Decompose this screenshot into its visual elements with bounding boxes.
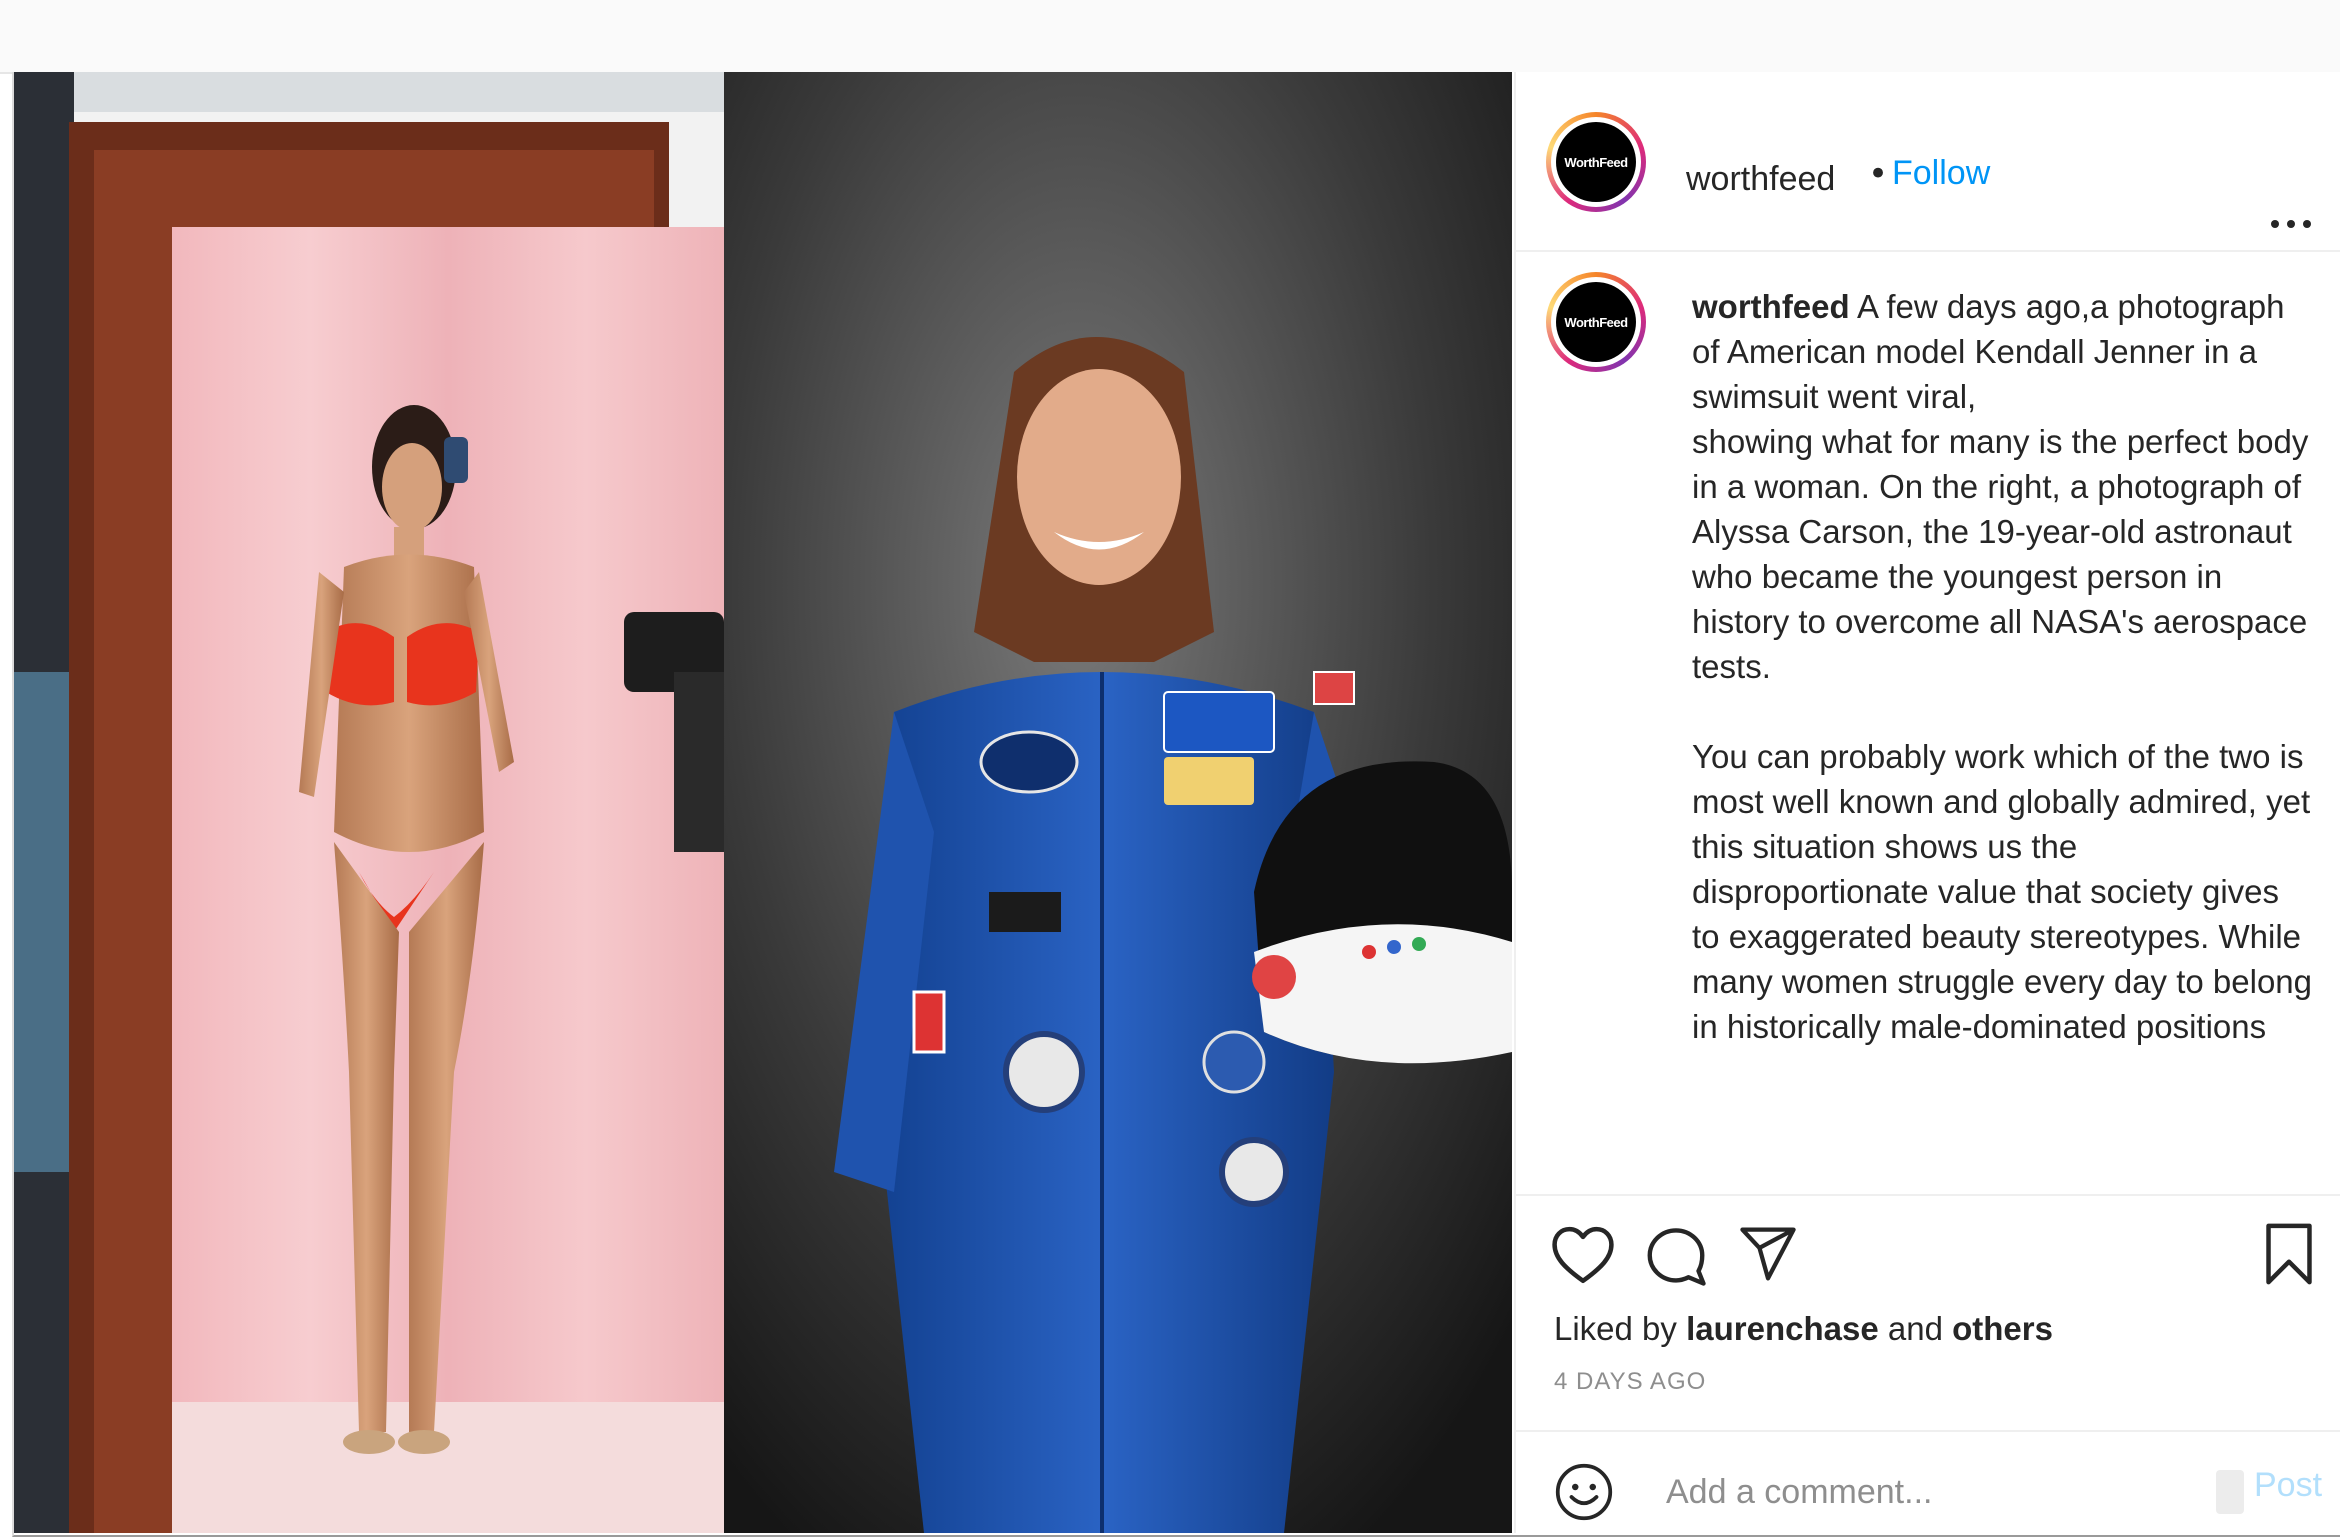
avatar-logo: WorthFeed [1556, 282, 1636, 362]
post-dialog: WorthFeed worthfeed • Follow WorthFeed w… [12, 72, 2340, 1537]
avatar-border: WorthFeed [1551, 277, 1641, 367]
liked-by-text: Liked by laurenchase and others [1554, 1310, 2053, 1348]
more-dot [2287, 220, 2295, 228]
avatar-border: WorthFeed [1551, 117, 1641, 207]
liked-by-prefix: Liked by [1554, 1310, 1677, 1347]
input-spinner-handle [2216, 1470, 2244, 1514]
more-dot [2271, 220, 2279, 228]
browser-top-bar [0, 0, 2340, 74]
smiley-icon[interactable] [1554, 1462, 1614, 1522]
paper-plane-icon[interactable] [1738, 1226, 1798, 1282]
author-username[interactable]: worthfeed [1686, 160, 1835, 199]
liked-by-user-link[interactable]: laurenchase [1686, 1310, 1879, 1347]
caption-text: worthfeed A few days ago,a photograph of… [1692, 284, 2312, 1049]
right-photo [724, 72, 1512, 1533]
caption-paragraph: worthfeed A few days ago,a photograph of… [1692, 284, 2312, 419]
post-actions: Liked by laurenchase and others 4 DAYS A… [1516, 1194, 2340, 1432]
post-comment-button[interactable]: Post [2254, 1466, 2322, 1505]
heart-icon[interactable] [1552, 1226, 1614, 1284]
caption-paragraph: You can probably work which of the two i… [1692, 738, 2313, 1045]
caption-paragraph: showing what for many is the perfect bod… [1692, 423, 2309, 685]
more-dot [2303, 220, 2311, 228]
liked-by-and: and [1887, 1310, 1943, 1347]
liked-by-others-link[interactable]: others [1952, 1310, 2053, 1347]
author-avatar[interactable]: WorthFeed [1546, 112, 1646, 212]
post-timestamp[interactable]: 4 DAYS AGO [1554, 1368, 1706, 1396]
post-header: WorthFeed worthfeed • Follow [1516, 72, 2340, 252]
left-photo [14, 72, 724, 1533]
comment-bubble-icon[interactable] [1646, 1226, 1706, 1286]
avatar-logo: WorthFeed [1556, 122, 1636, 202]
separator-dot: • [1868, 154, 1889, 194]
post-image[interactable] [14, 72, 1512, 1533]
caption-username[interactable]: worthfeed [1692, 288, 1850, 325]
follow-button[interactable]: Follow [1892, 154, 1990, 193]
caption-author-avatar[interactable]: WorthFeed [1546, 272, 1646, 372]
caption-section[interactable]: WorthFeed worthfeed A few days ago,a pho… [1516, 252, 2340, 1262]
comment-input[interactable] [1664, 1466, 2208, 1518]
more-options-icon[interactable] [2271, 220, 2311, 234]
post-side-panel: WorthFeed worthfeed • Follow WorthFeed w… [1514, 72, 2340, 1533]
comment-box: Post [1516, 1430, 2340, 1535]
bookmark-icon[interactable] [2263, 1222, 2315, 1286]
